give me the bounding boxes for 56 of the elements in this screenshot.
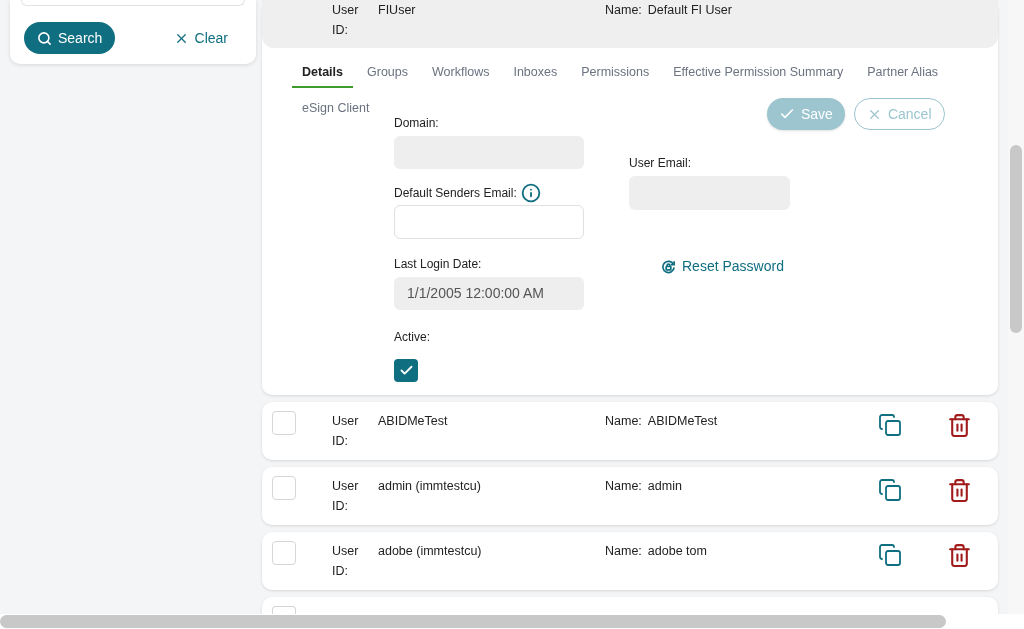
tab[interactable]: eSign Client <box>292 94 380 124</box>
name-value: ABIDMeTest <box>647 413 719 430</box>
trash-icon[interactable] <box>947 478 972 503</box>
user-row[interactable] <box>262 597 998 614</box>
scrollbar-thumb[interactable] <box>0 615 946 628</box>
user-id-value: adobe (immtestcu) <box>378 543 483 560</box>
tab[interactable]: Workflows <box>422 58 500 88</box>
domain-label: Domain: <box>394 115 440 132</box>
user-row[interactable]: User ID: ABIDMeTest Name: ABIDMeTest <box>262 402 998 460</box>
user-id-label: User ID: <box>332 413 360 450</box>
search-icon <box>37 30 52 46</box>
tab[interactable]: Permissions <box>571 58 660 88</box>
trash-icon[interactable] <box>947 413 972 438</box>
active-label: Active: <box>394 329 431 346</box>
user-id-value: FIUser <box>378 2 417 19</box>
trash-icon[interactable] <box>947 543 972 568</box>
tab[interactable]: Inboxes <box>503 58 568 88</box>
search-button[interactable]: Search <box>24 22 116 54</box>
row-checkbox[interactable] <box>272 476 296 500</box>
senders-email-label: Default Senders Email: <box>394 185 517 202</box>
info-icon[interactable] <box>520 183 541 203</box>
user-id-label: User ID: <box>332 2 360 39</box>
name-label: Name: <box>605 478 642 495</box>
user-id-label: User ID: <box>332 543 360 580</box>
row-checkbox[interactable] <box>272 411 296 435</box>
active-checkbox[interactable] <box>394 359 418 382</box>
row-checkbox[interactable] <box>272 541 296 565</box>
copy-icon[interactable] <box>878 413 902 437</box>
lock-reset-icon <box>661 259 676 274</box>
tab[interactable]: Details <box>292 58 353 88</box>
tab[interactable]: Effective Permission Summary <box>663 58 854 88</box>
check-icon <box>398 363 414 378</box>
senders-email-field[interactable] <box>394 205 584 239</box>
selected-user-header[interactable]: User ID: FIUser Name: Default FI User <box>262 0 998 48</box>
clear-button[interactable]: Clear <box>169 22 232 54</box>
horizontal-scrollbar[interactable] <box>0 614 1024 629</box>
name-label: Name: <box>605 2 642 19</box>
user-id-value: admin (immtestcu) <box>378 478 482 495</box>
reset-password-link[interactable]: Reset Password <box>661 256 945 277</box>
copy-icon[interactable] <box>878 478 902 502</box>
name-value: adobe tom <box>647 543 708 560</box>
tab[interactable]: Groups <box>357 58 418 88</box>
name-value: admin <box>647 478 683 495</box>
name-label: Name: <box>605 413 642 430</box>
last-login-field[interactable]: 1/1/2005 12:00:00 AM <box>394 277 584 310</box>
last-login-label: Last Login Date: <box>394 256 483 273</box>
user-row[interactable]: User ID: admin (immtestcu) Name: admin <box>262 467 998 525</box>
copy-icon[interactable] <box>878 543 902 567</box>
user-id-value: ABIDMeTest <box>378 413 449 430</box>
user-email-label: User Email: <box>629 155 692 172</box>
user-id-label: User ID: <box>332 478 360 515</box>
tab[interactable]: Partner Alias <box>857 58 949 88</box>
user-row[interactable]: User ID: adobe (immtestcu) Name: adobe tom <box>262 532 998 590</box>
name-value: Default FI User <box>647 2 733 19</box>
scrollbar-thumb[interactable] <box>1010 145 1022 333</box>
name-label: Name: <box>605 543 642 560</box>
